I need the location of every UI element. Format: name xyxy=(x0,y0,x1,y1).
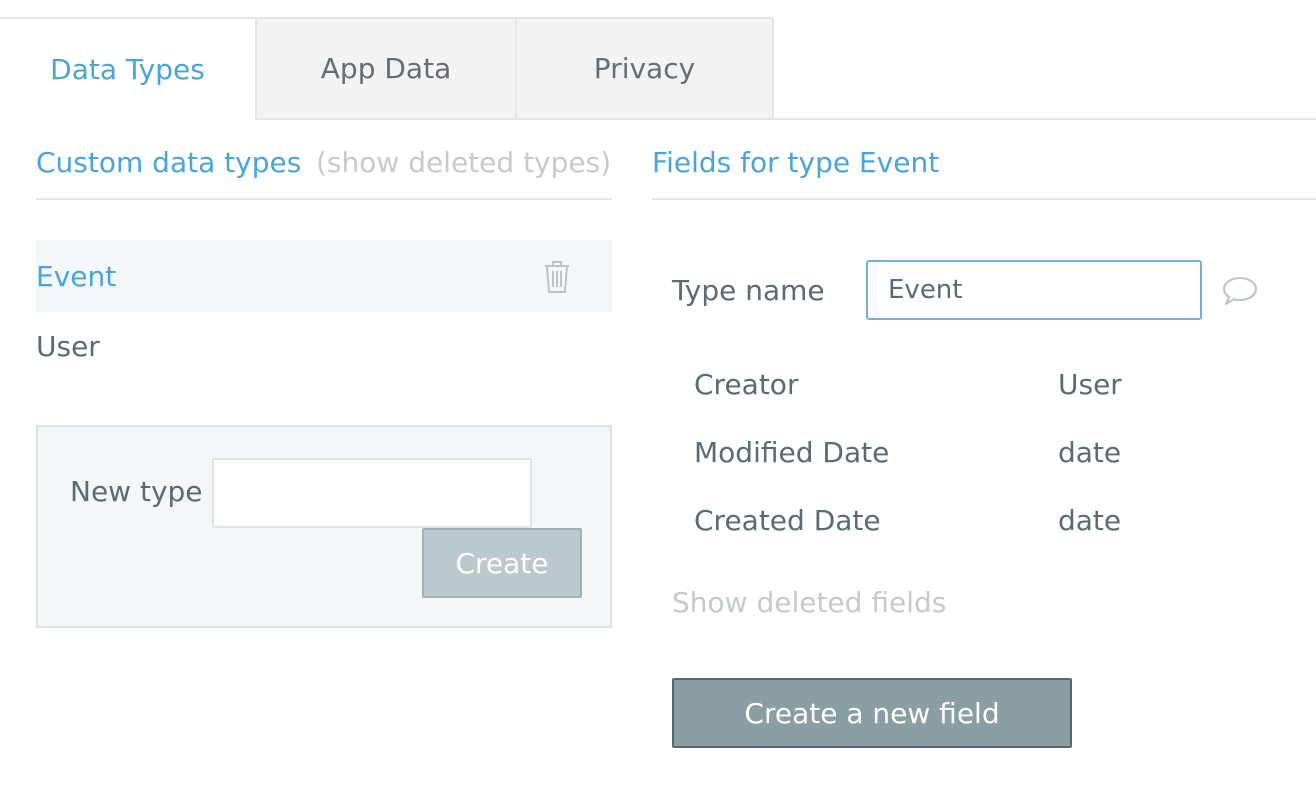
field-name: Created Date xyxy=(694,504,881,537)
tab-bar: Data Types App Data Privacy xyxy=(0,0,1316,120)
tab-privacy[interactable]: Privacy xyxy=(515,17,774,120)
field-type: date xyxy=(1058,436,1122,469)
tab-label: App Data xyxy=(320,52,452,85)
field-name: Modified Date xyxy=(694,436,890,469)
field-type: date xyxy=(1058,504,1122,537)
new-type-panel: New type Create xyxy=(36,425,612,628)
create-new-field-label: Create a new field xyxy=(744,696,1000,730)
show-deleted-types-link[interactable]: (show deleted types) xyxy=(316,146,611,179)
type-list-item-label: User xyxy=(36,329,100,363)
comment-icon[interactable] xyxy=(1220,274,1260,308)
tab-divider xyxy=(774,118,1316,120)
tab-label: Data Types xyxy=(50,53,205,86)
field-row[interactable]: Creator User xyxy=(694,368,1254,408)
type-list-item-user[interactable]: User xyxy=(36,310,612,382)
field-name: Creator xyxy=(694,368,799,401)
type-list-item-event[interactable]: Event xyxy=(36,240,612,312)
type-name-label: Type name xyxy=(672,274,825,307)
type-name-input[interactable] xyxy=(866,260,1202,320)
field-row[interactable]: Created Date date xyxy=(694,504,1254,544)
field-row[interactable]: Modified Date date xyxy=(694,436,1254,476)
field-type: User xyxy=(1058,368,1122,401)
type-list-item-label: Event xyxy=(36,259,117,293)
custom-types-title: Custom data types xyxy=(36,146,302,179)
tab-data-types[interactable]: Data Types xyxy=(0,17,255,120)
trash-icon[interactable] xyxy=(542,260,572,294)
show-deleted-fields-link[interactable]: Show deleted fields xyxy=(672,586,946,619)
custom-types-header: Custom data types (show deleted types) xyxy=(36,140,612,200)
new-type-label: New type xyxy=(70,475,203,508)
create-button-label: Create xyxy=(455,546,549,580)
fields-header: Fields for type Event xyxy=(652,140,1316,200)
tab-app-data[interactable]: App Data xyxy=(255,17,515,120)
create-type-button[interactable]: Create xyxy=(422,528,582,598)
tab-label: Privacy xyxy=(593,52,696,85)
create-new-field-button[interactable]: Create a new field xyxy=(672,678,1072,748)
fields-title: Fields for type Event xyxy=(652,146,940,179)
new-type-input[interactable] xyxy=(212,458,532,528)
